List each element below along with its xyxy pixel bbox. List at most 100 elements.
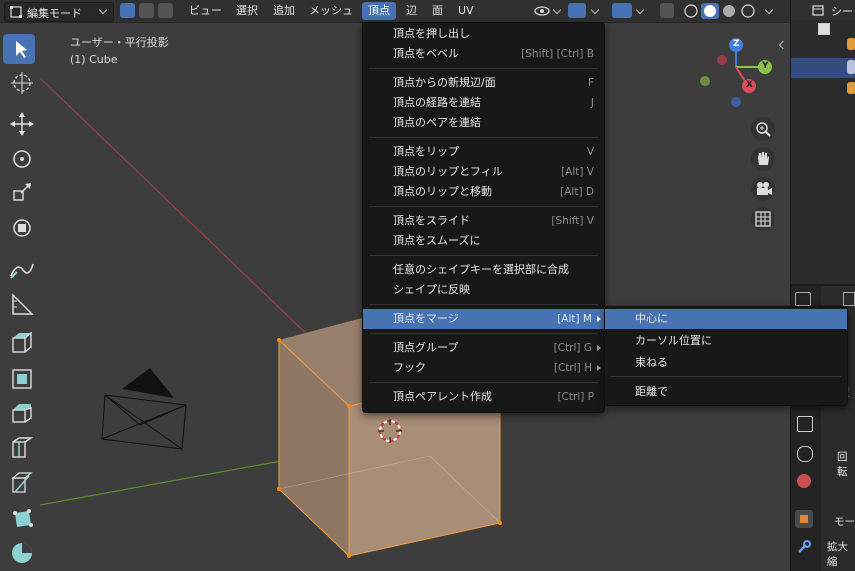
hand-icon [758,152,769,165]
cursor-tool[interactable] [3,68,35,98]
submenu-arrow-icon [597,345,601,351]
gizmo-x-label: X [746,80,753,90]
cursor-arrow-icon [16,41,27,58]
edge-select-icon[interactable] [139,3,154,18]
object-icon [847,82,855,94]
gizmo-toggle-icon[interactable] [568,3,586,18]
rotate-tool[interactable] [3,144,35,174]
annotate-pen-icon [10,263,34,279]
mesh-icon [847,60,855,74]
menu-item-vertex-groups[interactable]: 頂点グループ [Ctrl] G [363,338,604,358]
annotate-tool[interactable] [3,254,35,284]
merge-at-center[interactable]: 中心に [605,309,847,329]
submenu-arrow-icon [597,316,601,322]
overlay-toggle-icon[interactable] [612,3,632,18]
vertex-select-icon[interactable] [120,3,135,18]
vertex-menu: 頂点を押し出し 頂点をベベル [Shift] [Ctrl] B 頂点からの新規辺/… [362,22,605,413]
zoom-button[interactable] [751,117,775,141]
collection-checkbox[interactable] [818,23,830,35]
menu-view[interactable]: ビュー [183,2,228,20]
menu-mesh[interactable]: メッシュ [303,2,359,20]
shading-mode-group[interactable] [683,3,773,19]
loop-cut-tool[interactable] [3,433,35,463]
measure-tool[interactable] [3,289,35,319]
outliner-header: シー [791,0,855,20]
menu-item-rip-fill[interactable]: 頂点のリップとフィル [Alt] V [363,162,604,182]
menu-item-connect-path[interactable]: 頂点の経路を連結 J [363,93,604,113]
menu-item-merge-vertices[interactable]: 頂点をマージ [Alt] M [363,309,604,329]
edit-mode-icon [10,6,22,18]
image-tab-icon[interactable] [797,416,813,432]
menu-item-rip-vertices[interactable]: 頂点をリップ V [363,142,604,162]
menu-item-bevel-vertices[interactable]: 頂点をベベル [Shift] [Ctrl] B [363,44,604,64]
camera-icon [757,182,772,195]
menu-item-blend-shape[interactable]: 任意のシェイプキーを選択部に合成 [363,260,604,280]
knife-tool[interactable] [3,468,35,498]
menu-face[interactable]: 面 [426,2,449,20]
view-name: ユーザー・平行投影 [70,36,169,49]
transform-icon [13,219,31,237]
knife-icon [11,472,33,493]
world-tab-icon[interactable] [797,474,811,488]
grid-icon [755,211,771,227]
visibility-icon[interactable] [534,3,552,19]
prop-mode-label: モー [834,516,855,528]
chevron-down-icon[interactable] [552,5,562,15]
pan-button[interactable] [751,147,775,171]
poly-build-tool[interactable] [3,503,35,533]
xray-toggle-icon[interactable] [660,3,674,18]
bevel-tool[interactable] [3,398,35,428]
menu-vertex[interactable]: 頂点 [362,2,396,20]
select-box-tool[interactable] [3,34,35,64]
chevron-down-icon[interactable] [590,5,600,15]
extrude-tool[interactable] [3,328,35,358]
menu-item-extrude-vertices[interactable]: 頂点を押し出し [363,24,604,44]
camera-view-button[interactable] [751,177,775,201]
menu-item-slide-vertices[interactable]: 頂点をスライド [Shift] V [363,211,604,231]
pin-icon[interactable] [843,292,855,306]
prop-scale-label: 拡大縮 [827,541,848,568]
outliner-row-selected[interactable] [791,58,855,78]
mode-label: 編集モード [27,7,82,20]
prop-rotation-label: 回転 [837,451,848,478]
menu-item-hooks[interactable]: フック [Ctrl] H [363,358,604,378]
ortho-toggle-button[interactable] [751,207,775,231]
face-select-icon[interactable] [158,3,173,18]
menu-item-connect-pairs[interactable]: 頂点のペアを連結 [363,113,604,133]
object-label: (1) Cube [70,53,118,66]
object-tab-icon[interactable] [795,510,813,528]
bevel-icon [12,404,32,423]
editor-type-icon[interactable] [795,292,811,306]
submenu-arrow-icon [597,365,601,371]
move-tool[interactable] [3,109,35,139]
menu-item-rip-move[interactable]: 頂点のリップと移動 [Alt] D [363,182,604,202]
transform-tool[interactable] [3,213,35,243]
camera-object [101,394,187,450]
merge-by-distance[interactable]: 距離で [605,382,847,402]
scale-tool[interactable] [3,179,35,209]
menu-item-propagate-to-shapes[interactable]: シェイプに反映 [363,280,604,300]
merge-at-cursor[interactable]: カーソル位置に [605,331,847,351]
physics-tab-icon[interactable] [797,446,813,462]
menu-item-new-edge-face[interactable]: 頂点からの新規辺/面 F [363,73,604,93]
spin-tool[interactable] [3,538,35,568]
inset-icon [12,369,32,389]
menu-item-make-vertex-parent[interactable]: 頂点ペアレント作成 [Ctrl] P [363,387,604,407]
chevron-down-icon [98,5,108,15]
toolbar [0,23,40,569]
wrench-icon[interactable] [797,540,811,554]
menu-item-smooth-vertices[interactable]: 頂点をスムーズに [363,231,604,251]
menu-select[interactable]: 選択 [230,2,264,20]
menu-uv[interactable]: UV [452,2,480,20]
viewport-header: 編集モード ビュー 選択 追加 メッシュ 頂点 辺 面 UV [0,0,790,23]
chevron-down-icon[interactable] [635,5,645,15]
mode-selector[interactable]: 編集モード [4,2,114,22]
merge-collapse[interactable]: 束ねる [605,353,847,373]
cursor-crosshair-icon [11,72,33,94]
gizmo-z-label: Z [733,39,740,49]
inset-tool[interactable] [3,364,35,394]
menu-edge[interactable]: 辺 [400,2,423,20]
menu-add[interactable]: 追加 [267,2,301,20]
outliner-panel: シー [790,0,855,284]
merge-submenu: 中心に カーソル位置に 束ねる 距離で [604,306,848,406]
